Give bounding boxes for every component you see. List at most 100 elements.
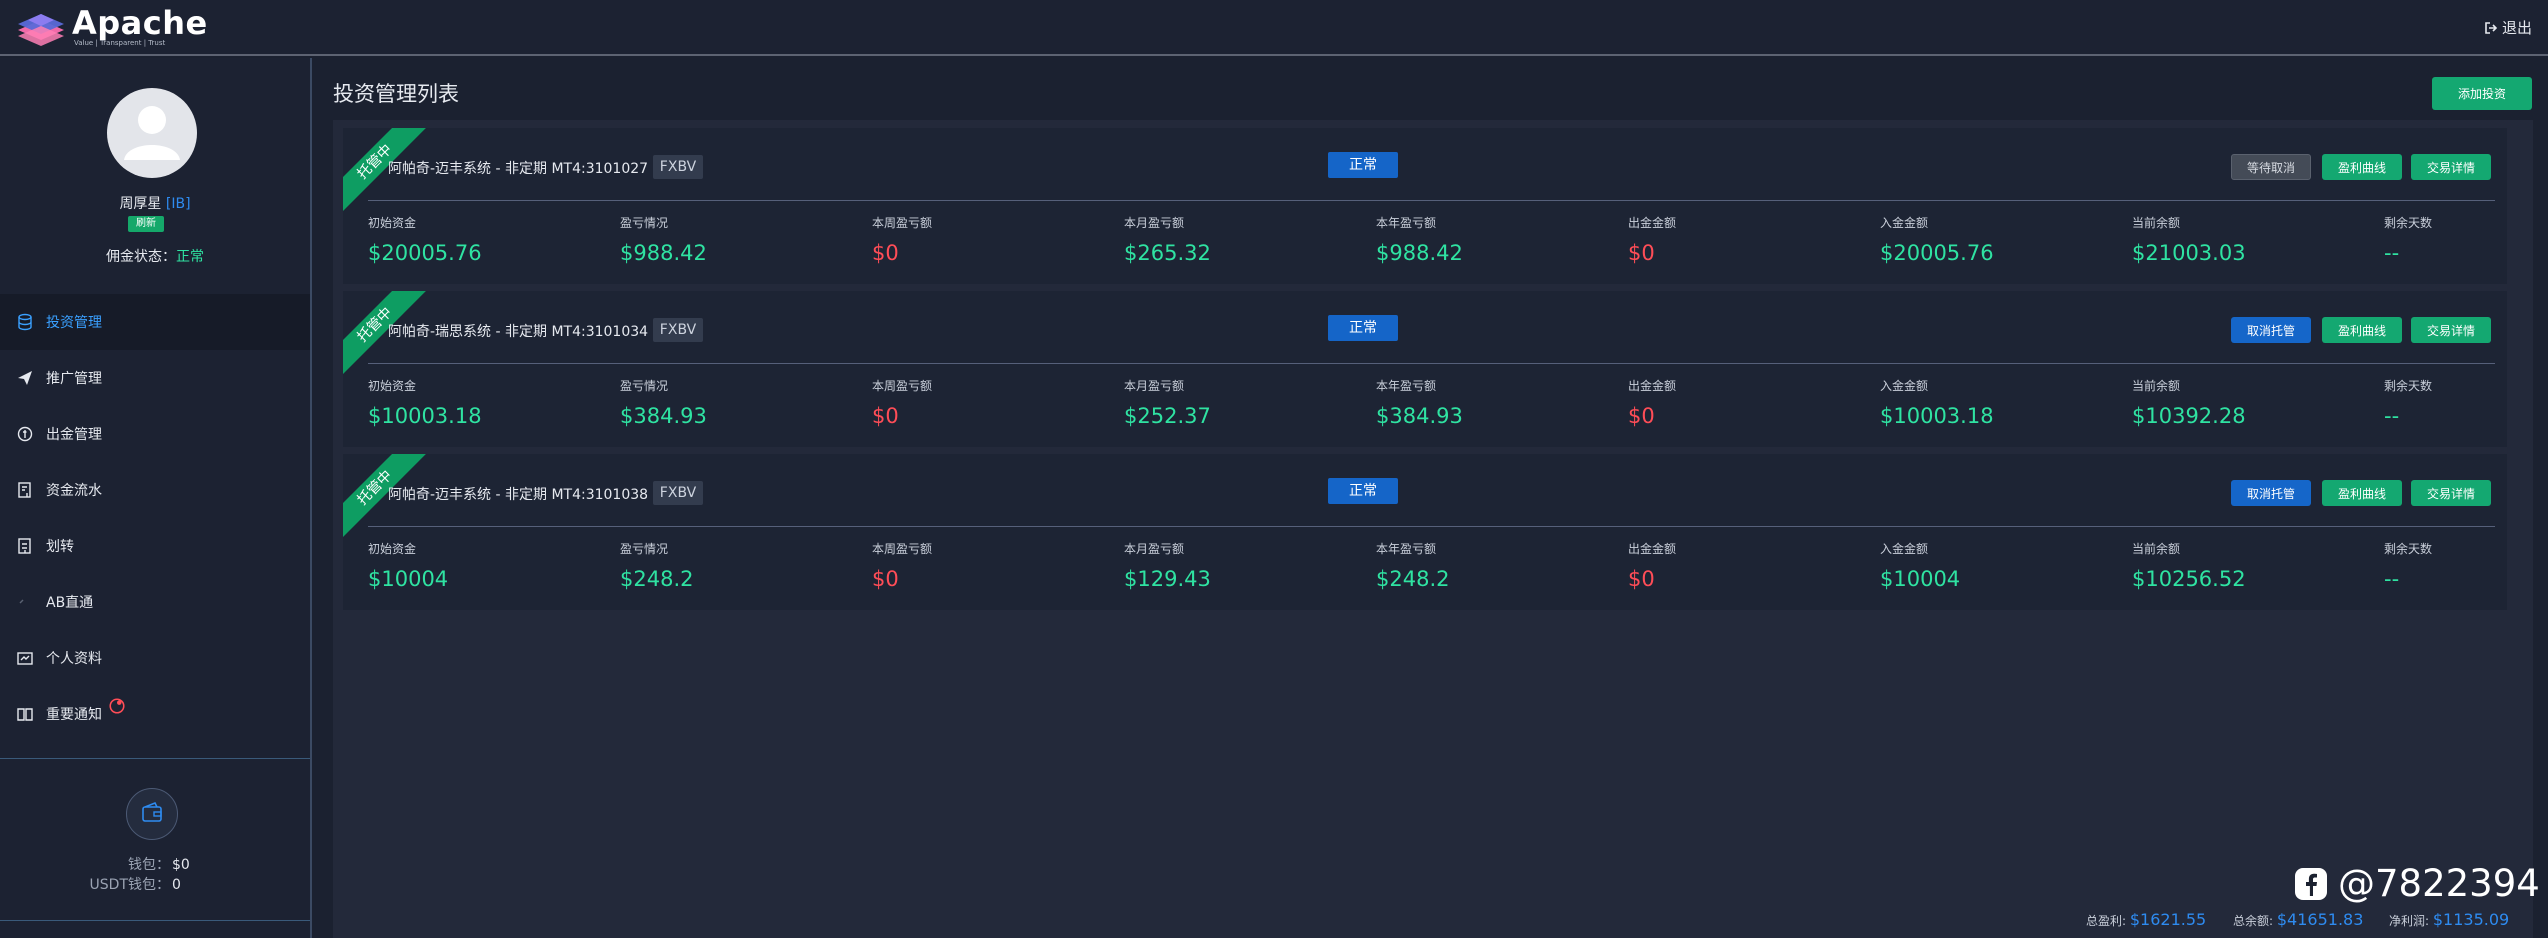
sidebar-item-label: 划转 (46, 539, 74, 555)
sidebar-item-profile[interactable]: 个人资料 (0, 630, 310, 686)
sidebar-item-transfer[interactable]: 划转 (0, 518, 310, 574)
stat-value: $988.42 (1376, 241, 1463, 265)
profit-curve-button[interactable]: 盈利曲线 (2322, 480, 2402, 506)
stat-label: 初始资金 (368, 379, 417, 393)
notification-badge-icon (109, 698, 125, 714)
sidebar-item-label: 投资管理 (46, 315, 102, 331)
sidebar-item-fund-flow[interactable]: 资金流水 (0, 462, 310, 518)
investment-card: 托管中 阿帕奇-迈丰系统 - 非定期 MT4:3101027 FXBV 正常 等… (343, 128, 2507, 284)
pending-cancel-button[interactable]: 等待取消 (2231, 154, 2311, 180)
profit-curve-button[interactable]: 盈利曲线 (2322, 154, 2402, 180)
investment-card: 托管中 阿帕奇-迈丰系统 - 非定期 MT4:3101038 FXBV 正常 取… (343, 454, 2507, 610)
usdt-wallet-label: USDT钱包： (89, 877, 170, 893)
stat-label: 出金金额 (1628, 216, 1677, 230)
brand-logo[interactable]: Apache Value | Transparent | Trust (14, 4, 224, 50)
stat-days-left: 剩余天数 -- (2384, 377, 2494, 428)
stat-label: 入金金额 (1880, 216, 1929, 230)
card-divider (368, 526, 2495, 527)
wallet-icon (142, 801, 162, 822)
stat-balance: 当前余额 $10392.28 (2132, 377, 2372, 428)
sidebar-item-ab-direct[interactable]: AB直通 (0, 574, 310, 630)
account-title: 阿帕奇-瑞思系统 - 非定期 MT4:3101034 (388, 324, 649, 340)
stat-balance: 当前余额 $10256.52 (2132, 540, 2372, 591)
watermark: @7822394 (2294, 862, 2540, 905)
stat-initial-funds: 初始资金 $10004 (368, 540, 608, 591)
transfer-icon (18, 538, 31, 554)
stat-label: 当前余额 (2132, 379, 2181, 393)
usdt-wallet-balance: USDT钱包： 0 (0, 874, 310, 894)
stat-deposit: 入金金额 $20005.76 (1880, 214, 2120, 265)
stat-monthly-pl: 本月盈亏额 $252.37 (1124, 377, 1364, 428)
stat-label: 本周盈亏额 (872, 379, 933, 393)
logout-button[interactable]: 退出 (2484, 17, 2532, 38)
trade-details-button[interactable]: 交易详情 (2411, 317, 2491, 343)
stat-label: 入金金额 (1880, 379, 1929, 393)
stat-monthly-pl: 本月盈亏额 $129.43 (1124, 540, 1364, 591)
stat-value: $248.2 (620, 567, 694, 591)
status-badge: 正常 (1328, 478, 1398, 504)
stat-value: -- (2384, 404, 2400, 428)
refresh-button[interactable]: 刷新 (128, 216, 164, 232)
user-avatar-icon (124, 106, 180, 160)
stat-value: $10392.28 (2132, 404, 2246, 428)
stat-value: $10256.52 (2132, 567, 2246, 591)
sidebar-item-label: 推广管理 (46, 371, 102, 387)
stat-label: 剩余天数 (2384, 216, 2433, 230)
stat-label: 剩余天数 (2384, 379, 2433, 393)
stat-value: $988.42 (620, 241, 707, 265)
stat-value: $0 (1628, 567, 1655, 591)
stat-label: 本年盈亏额 (1376, 379, 1437, 393)
avatar (107, 88, 197, 178)
stat-withdrawal: 出金金额 $0 (1628, 540, 1868, 591)
sidebar-item-label: 资金流水 (46, 483, 102, 499)
commission-label: 佣金状态： (106, 249, 176, 265)
summary-total-balance: 总余额: $41651.83 (2233, 910, 2363, 929)
sidebar-item-promotion[interactable]: 推广管理 (0, 350, 310, 406)
stat-deposit: 入金金额 $10004 (1880, 540, 2120, 591)
sidebar: 周厚星 [IB] 刷新 佣金状态：正常 投资管理 推广管理 出金管理 资金流水 … (0, 58, 312, 938)
user-name-text: 周厚星 (119, 196, 162, 212)
stat-label: 本周盈亏额 (872, 216, 933, 230)
stat-value: $252.37 (1124, 404, 1211, 428)
stat-value: $20005.76 (368, 241, 482, 265)
card-divider (368, 200, 2495, 201)
sidebar-item-investment[interactable]: 投资管理 (0, 294, 310, 350)
stat-profit-loss: 盈亏情况 $248.2 (620, 540, 860, 591)
user-name: 周厚星 [IB] (0, 193, 310, 213)
profit-curve-button[interactable]: 盈利曲线 (2322, 317, 2402, 343)
summary-total-profit: 总盈利: $1621.55 (2086, 910, 2206, 929)
coin-icon (17, 426, 33, 442)
stat-label: 初始资金 (368, 216, 417, 230)
cancel-custody-button[interactable]: 取消托管 (2231, 480, 2311, 506)
link-icon (19, 599, 24, 604)
wallet-button[interactable] (126, 788, 178, 840)
stat-value: $0 (872, 567, 899, 591)
stat-weekly-pl: 本周盈亏额 $0 (872, 377, 1112, 428)
stat-withdrawal: 出金金额 $0 (1628, 377, 1868, 428)
stat-label: 本年盈亏额 (1376, 542, 1437, 556)
broker-tag: FXBV (653, 155, 703, 179)
usdt-wallet-value: 0 (172, 877, 181, 893)
stat-weekly-pl: 本周盈亏额 $0 (872, 214, 1112, 265)
sidebar-item-label: 重要通知 (46, 707, 102, 723)
stat-label: 初始资金 (368, 542, 417, 556)
summary-label: 总余额: (2233, 914, 2274, 928)
trade-details-button[interactable]: 交易详情 (2411, 480, 2491, 506)
cancel-custody-button[interactable]: 取消托管 (2231, 317, 2311, 343)
trade-details-button[interactable]: 交易详情 (2411, 154, 2491, 180)
brand-tagline: Value | Transparent | Trust (74, 39, 166, 47)
investment-card: 托管中 阿帕奇-瑞思系统 - 非定期 MT4:3101034 FXBV 正常 取… (343, 291, 2507, 447)
profile-card-icon (17, 652, 33, 665)
sidebar-item-withdrawal[interactable]: 出金管理 (0, 406, 310, 462)
add-investment-button[interactable]: 添加投资 (2432, 77, 2532, 110)
stat-label: 剩余天数 (2384, 542, 2433, 556)
stat-label: 本年盈亏额 (1376, 216, 1437, 230)
stat-balance: 当前余额 $21003.03 (2132, 214, 2372, 265)
sidebar-item-notices[interactable]: 重要通知 (0, 686, 310, 742)
watermark-handle: @7822394 (2338, 862, 2540, 905)
status-badge: 正常 (1328, 152, 1398, 178)
send-icon (18, 371, 32, 385)
stat-value: $265.32 (1124, 241, 1211, 265)
database-icon (18, 313, 32, 331)
stat-label: 入金金额 (1880, 542, 1929, 556)
